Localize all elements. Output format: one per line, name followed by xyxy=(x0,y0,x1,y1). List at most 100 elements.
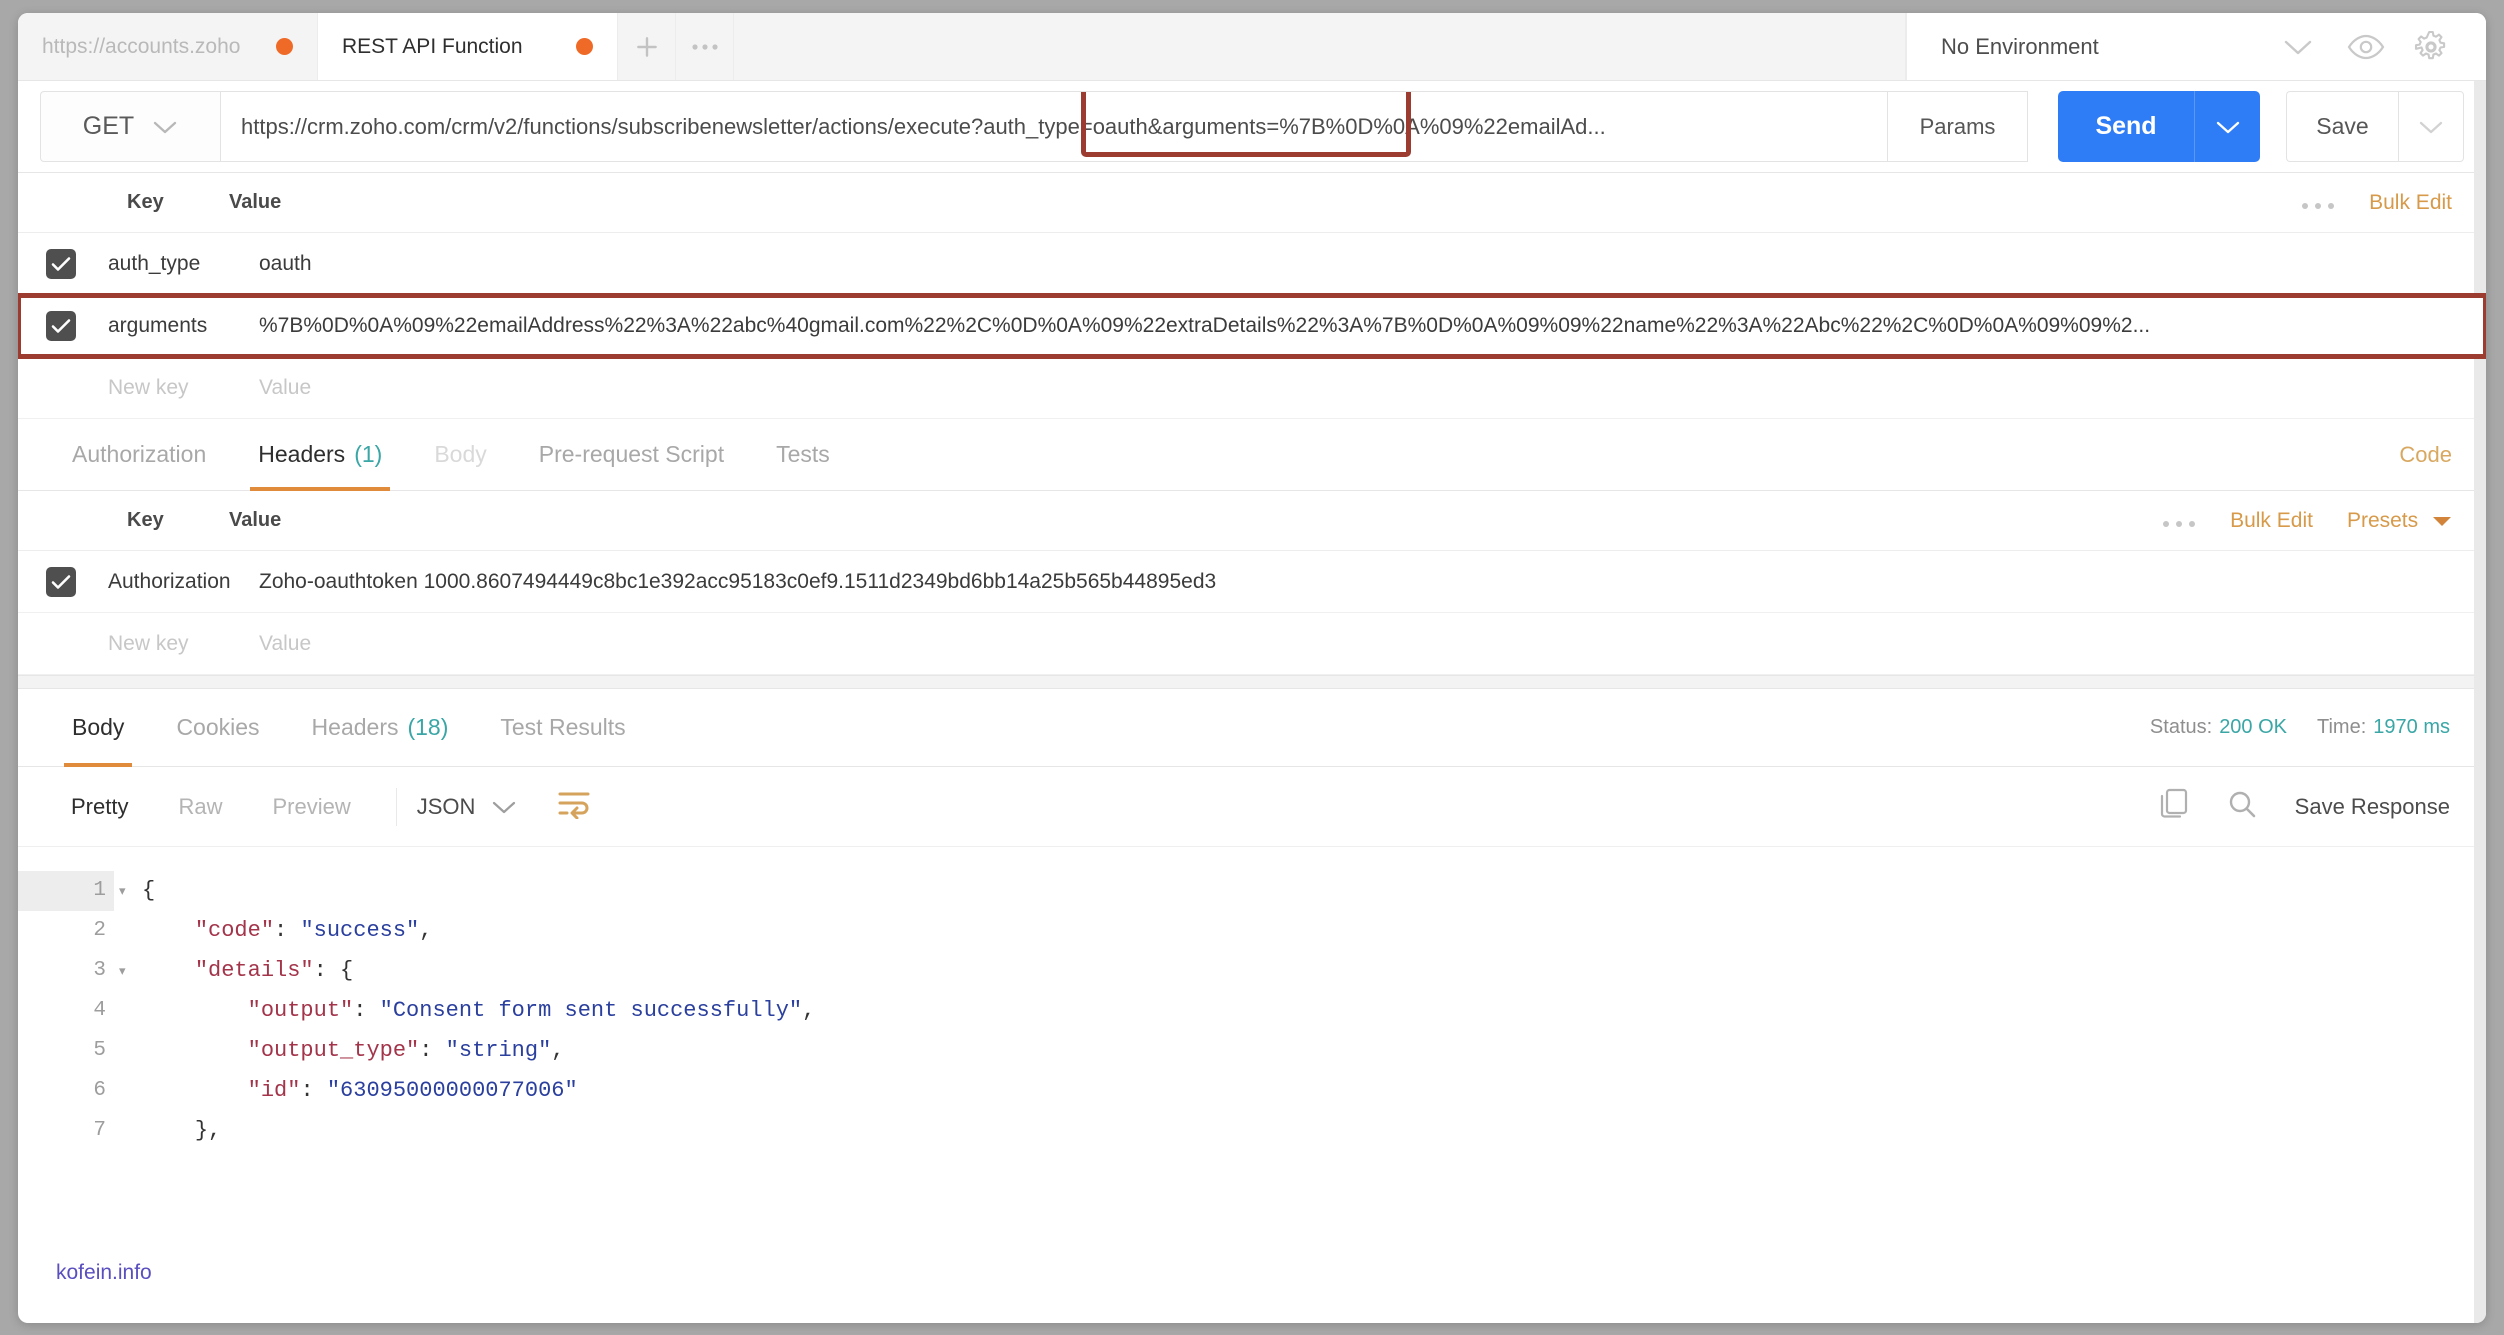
code-line-text: }, xyxy=(194,1118,222,1143)
params-row-checkbox[interactable] xyxy=(46,310,76,341)
tab-options-button[interactable] xyxy=(676,13,734,80)
tab-count-badge: (18) xyxy=(407,714,449,740)
headers-value-column-header: Value xyxy=(229,509,282,531)
tab-label: Headers xyxy=(311,714,399,740)
params-row-arguments[interactable]: arguments %7B%0D%0A%09%22emailAddress%22… xyxy=(18,293,2486,359)
params-row-new[interactable]: New key Value xyxy=(18,357,2486,419)
chevron-down-icon xyxy=(154,121,177,133)
save-button[interactable]: Save xyxy=(2286,91,2398,162)
send-button-group: Send xyxy=(2058,91,2260,162)
code-line-text: "output": "Consent form sent successfull… xyxy=(247,998,816,1023)
request-url-text: https://crm.zoho.com/crm/v2/functions/su… xyxy=(241,113,1606,139)
chevron-down-icon[interactable] xyxy=(2266,37,2330,57)
viewer-mode-raw[interactable]: Raw xyxy=(153,794,247,820)
viewer-mode-preview[interactable]: Preview xyxy=(247,794,375,820)
postman-window: https://accounts.zoho REST API Function … xyxy=(18,13,2486,1323)
headers-bulk-edit-link[interactable]: Bulk Edit xyxy=(2230,509,2313,533)
params-row-key[interactable]: auth_type xyxy=(76,252,259,276)
save-button-group: Save xyxy=(2286,91,2464,162)
ellipsis-icon[interactable] xyxy=(2162,508,2196,534)
headers-row-checkbox[interactable] xyxy=(46,566,76,597)
send-options-button[interactable] xyxy=(2194,91,2260,162)
headers-row-key[interactable]: Authorization xyxy=(76,570,259,594)
headers-new-value-input[interactable]: Value xyxy=(259,632,2486,656)
params-toggle-button[interactable]: Params xyxy=(1888,91,2028,162)
headers-new-key-input[interactable]: New key xyxy=(76,632,259,656)
save-options-button[interactable] xyxy=(2398,91,2464,162)
headers-row-new[interactable]: New key Value xyxy=(18,613,2486,675)
response-section-tabs: Body Cookies Headers (18) Test Results S… xyxy=(18,689,2486,767)
time-value: 1970 ms xyxy=(2373,716,2450,738)
save-label: Save xyxy=(2316,113,2369,139)
search-icon[interactable] xyxy=(2227,789,2257,824)
params-header-tools: Bulk Edit xyxy=(2301,190,2486,216)
ellipsis-icon[interactable] xyxy=(2301,190,2335,216)
tab-authorization[interactable]: Authorization xyxy=(46,419,232,491)
request-url-input[interactable]: https://crm.zoho.com/crm/v2/functions/su… xyxy=(220,91,1888,162)
code-line-number: 5 xyxy=(93,1039,106,1062)
window-scrollbar[interactable] xyxy=(2474,81,2486,1323)
params-row-key[interactable]: arguments xyxy=(76,314,259,338)
viewer-mode-pretty[interactable]: Pretty xyxy=(46,794,153,820)
tab-label: Headers xyxy=(258,441,346,467)
params-new-value-input[interactable]: Value xyxy=(259,376,2486,400)
send-button[interactable]: Send xyxy=(2058,91,2194,162)
code-link[interactable]: Code xyxy=(2399,442,2486,468)
params-new-key-input[interactable]: New key xyxy=(76,376,259,400)
tab-headers[interactable]: Headers (1) xyxy=(232,419,408,491)
code-line: 1 ▾{ xyxy=(18,871,2486,911)
footer-watermark-link[interactable]: kofein.info xyxy=(56,1261,152,1285)
request-url-bar: GET https://crm.zoho.com/crm/v2/function… xyxy=(18,81,2486,173)
viewer-right-tools: Save Response xyxy=(2159,788,2486,825)
response-tab-headers[interactable]: Headers (18) xyxy=(286,689,475,767)
request-tab-accounts-zoho[interactable]: https://accounts.zoho xyxy=(18,13,318,80)
viewer-format-label: JSON xyxy=(416,793,476,819)
params-row-value[interactable]: %7B%0D%0A%09%22emailAddress%22%3A%22abc%… xyxy=(259,314,2486,338)
code-line: 7 }, xyxy=(18,1111,2486,1147)
request-tab-label: REST API Function xyxy=(342,34,523,58)
code-line: 4 "output": "Consent form sent successfu… xyxy=(18,991,2486,1031)
params-key-column-header: Key xyxy=(127,191,164,213)
status-label: Status: xyxy=(2149,716,2213,738)
response-body-code[interactable]: 1 ▾{2 "code": "success", 3 ▾ "details": {4 … xyxy=(18,847,2486,1147)
http-method-selector[interactable]: GET xyxy=(40,91,220,162)
tab-tests[interactable]: Tests xyxy=(750,419,856,491)
code-line-number: 7 xyxy=(93,1119,106,1142)
code-fold-toggle-icon[interactable]: ▾ xyxy=(114,871,142,911)
word-wrap-icon[interactable] xyxy=(557,789,591,824)
presets-label: Presets xyxy=(2346,508,2419,532)
eye-icon[interactable] xyxy=(2330,33,2402,61)
chevron-down-icon xyxy=(2419,121,2443,133)
params-row-auth-type[interactable]: auth_type oauth xyxy=(18,233,2486,295)
save-response-link[interactable]: Save Response xyxy=(2295,794,2450,820)
response-tab-test-results[interactable]: Test Results xyxy=(474,689,651,767)
tab-body[interactable]: Body xyxy=(408,419,512,491)
environment-selector-label[interactable]: No Environment xyxy=(1941,34,2266,60)
new-tab-button[interactable] xyxy=(618,13,676,80)
tab-pre-request-script[interactable]: Pre-request Script xyxy=(513,419,750,491)
params-bulk-edit-link[interactable]: Bulk Edit xyxy=(2369,191,2452,215)
viewer-format-selector[interactable]: JSON xyxy=(417,794,518,820)
request-tab-rest-api-function[interactable]: REST API Function xyxy=(318,13,618,80)
gear-icon[interactable] xyxy=(2402,30,2460,64)
tab-label: Pre-request Script xyxy=(538,441,725,467)
tab-strip-filler xyxy=(734,13,1906,80)
tab-label: Body xyxy=(434,441,487,467)
code-line-text: "output_type": "string", xyxy=(247,1038,565,1063)
headers-row-value[interactable]: Zoho-oauthtoken 1000.8607494449c8bc1e392… xyxy=(259,570,2486,594)
code-fold-toggle-icon[interactable]: ▾ xyxy=(114,951,142,991)
code-line: 5 "output_type": "string", xyxy=(18,1031,2486,1071)
response-tab-body[interactable]: Body xyxy=(46,689,150,767)
params-row-value[interactable]: oauth xyxy=(259,252,2486,276)
headers-row-authorization[interactable]: Authorization Zoho-oauthtoken 1000.86074… xyxy=(18,551,2486,613)
headers-presets-link[interactable]: Presets xyxy=(2347,509,2452,533)
params-row-checkbox[interactable] xyxy=(46,248,76,279)
tab-label: Cookies xyxy=(176,714,260,740)
status-value: 200 OK xyxy=(2219,716,2288,738)
tab-count-badge: (1) xyxy=(354,441,383,467)
request-response-divider[interactable] xyxy=(18,675,2486,689)
response-tab-cookies[interactable]: Cookies xyxy=(150,689,285,767)
code-line-text: "details": { xyxy=(194,958,354,983)
copy-icon[interactable] xyxy=(2159,788,2189,825)
http-method-label: GET xyxy=(82,112,135,140)
